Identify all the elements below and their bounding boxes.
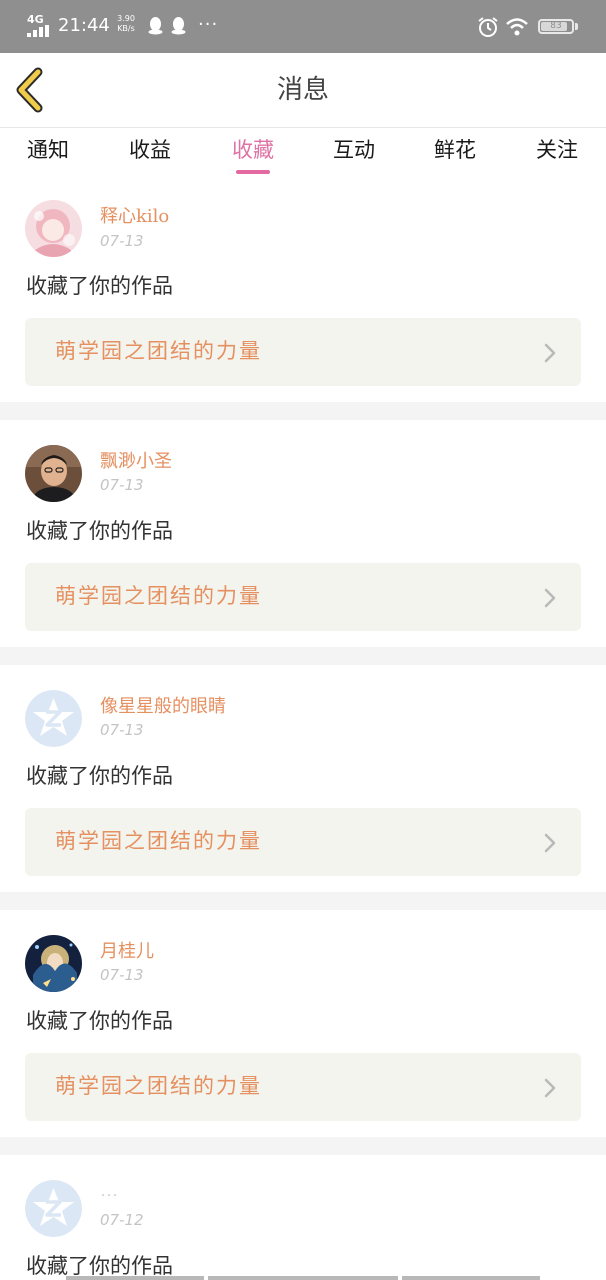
network-type: 4G	[27, 13, 44, 26]
tab-favorites[interactable]: 收藏	[213, 136, 293, 164]
qq-icon	[171, 17, 186, 35]
status-bar: 4G 21:44 3.90 KB/s ··· 83	[0, 0, 606, 53]
message-date: 07-13	[100, 966, 144, 984]
speed-value: 3.90	[117, 14, 135, 23]
wifi-icon	[506, 18, 528, 36]
card-divider	[0, 647, 606, 665]
work-link[interactable]: 萌学园之团结的力量	[25, 808, 581, 876]
status-time: 21:44	[58, 15, 110, 36]
speed-unit: KB/s	[117, 24, 135, 33]
username[interactable]: …	[100, 1179, 118, 1203]
work-link[interactable]: 萌学园之团结的力量	[25, 318, 581, 386]
message-card: … 07-12 收藏了你的作品	[0, 1155, 606, 1280]
action-text: 收藏了你的作品	[26, 519, 173, 543]
avatar[interactable]	[25, 200, 82, 257]
anime-avatar	[25, 935, 82, 992]
message-card: 飘渺小圣 07-13 收藏了你的作品 萌学园之团结的力量	[0, 420, 606, 647]
battery-icon: 83	[538, 19, 574, 34]
work-link[interactable]: 萌学园之团结的力量	[25, 1053, 581, 1121]
message-date: 07-13	[100, 232, 144, 250]
top-app-bar: 消息	[0, 53, 606, 128]
default-avatar	[25, 690, 82, 747]
page-title: 消息	[276, 75, 329, 105]
username[interactable]: 月桂儿	[100, 940, 154, 964]
action-text: 收藏了你的作品	[26, 274, 173, 298]
work-title: 萌学园之团结的力量	[55, 339, 262, 363]
card-divider	[0, 1137, 606, 1155]
card-divider	[0, 892, 606, 910]
alarm-icon	[478, 17, 498, 37]
avatar[interactable]	[25, 935, 82, 992]
chevron-right-icon	[544, 1078, 556, 1098]
username[interactable]: 释心kilo	[100, 205, 169, 229]
tab-flowers[interactable]: 鲜花	[415, 136, 495, 164]
message-date: 07-12	[100, 1211, 144, 1229]
battery-tip	[575, 23, 578, 30]
active-tab-indicator	[236, 170, 270, 174]
anime-girl-avatar	[25, 200, 82, 257]
action-text: 收藏了你的作品	[26, 764, 173, 788]
work-title: 萌学园之团结的力量	[55, 1074, 262, 1098]
message-card: 像星星般的眼睛 07-13 收藏了你的作品 萌学园之团结的力量	[0, 665, 606, 892]
tab-notifications[interactable]: 通知	[8, 136, 88, 164]
username[interactable]: 飘渺小圣	[100, 450, 172, 474]
avatar[interactable]	[25, 690, 82, 747]
network-speed: 3.90 KB/s	[113, 14, 139, 34]
bottom-gesture-bar	[66, 1276, 540, 1280]
signal-icon	[27, 25, 51, 37]
action-text: 收藏了你的作品	[26, 1009, 173, 1033]
tab-following[interactable]: 关注	[517, 136, 597, 164]
tab-earnings[interactable]: 收益	[110, 136, 190, 164]
message-date: 07-13	[100, 476, 144, 494]
message-date: 07-13	[100, 721, 144, 739]
avatar[interactable]	[25, 445, 82, 502]
photo-avatar	[25, 445, 82, 502]
card-divider	[0, 402, 606, 420]
more-notifications-icon: ···	[198, 14, 219, 35]
username[interactable]: 像星星般的眼睛	[100, 695, 226, 719]
message-card: 释心kilo 07-13 收藏了你的作品 萌学园之团结的力量	[0, 180, 606, 402]
work-title: 萌学园之团结的力量	[55, 584, 262, 608]
battery-level: 83	[550, 21, 562, 31]
tab-bar: 通知 收益 收藏 互动 鲜花 关注	[0, 128, 606, 180]
tab-interactions[interactable]: 互动	[314, 136, 394, 164]
work-link[interactable]: 萌学园之团结的力量	[25, 563, 581, 631]
chevron-right-icon	[544, 343, 556, 363]
qq-icon	[148, 17, 163, 35]
message-card: 月桂儿 07-13 收藏了你的作品 萌学园之团结的力量	[0, 910, 606, 1137]
chevron-right-icon	[544, 588, 556, 608]
avatar[interactable]	[25, 1180, 82, 1237]
default-avatar	[25, 1180, 82, 1237]
work-title: 萌学园之团结的力量	[55, 829, 262, 853]
chevron-right-icon	[544, 833, 556, 853]
